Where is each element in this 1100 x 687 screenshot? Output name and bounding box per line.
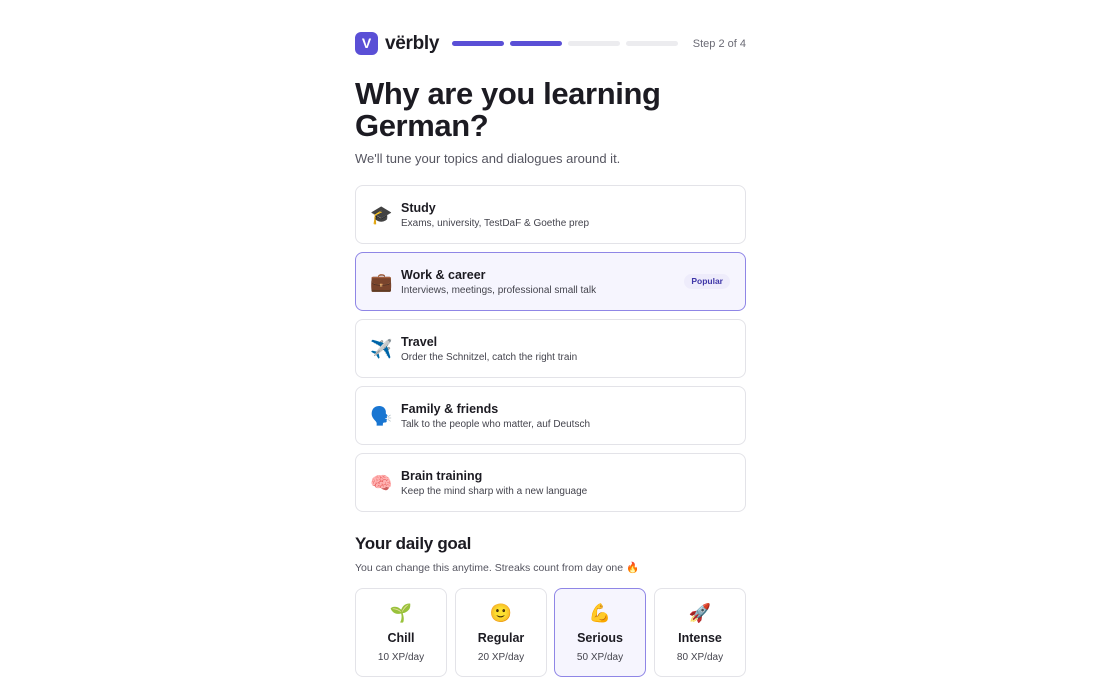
goal-option-serious[interactable]: 💪 Serious 50 XP/day xyxy=(554,588,646,677)
goal-name: Chill xyxy=(387,631,415,645)
reason-title: Study xyxy=(401,201,436,215)
reason-option-brain-training[interactable]: 🧠 Brain training Keep the mind sharp wit… xyxy=(355,453,746,512)
page-title: Why are you learning German? xyxy=(355,76,661,143)
briefcase-icon: 💼 xyxy=(370,272,393,292)
header: V vërbly Step 2 of 4 xyxy=(355,32,746,55)
daily-goal-options: 🌱 Chill 10 XP/day 🙂 Regular 20 XP/day 💪 … xyxy=(355,588,746,677)
daily-goal-subtitle: You can change this anytime. Streaks cou… xyxy=(355,562,640,574)
brand-name: vërbly xyxy=(385,33,440,54)
reason-description: Interviews, meetings, professional small… xyxy=(401,285,597,296)
progress-segment-4 xyxy=(626,41,678,46)
goal-name: Serious xyxy=(577,631,623,645)
goal-name: Intense xyxy=(678,631,722,645)
speaking-head-icon: 🗣️ xyxy=(370,406,393,426)
reason-option-travel[interactable]: ✈️ Travel Order the Schnitzel, catch the… xyxy=(355,319,746,378)
reason-description: Talk to the people who matter, auf Deuts… xyxy=(401,419,590,430)
reason-option-work[interactable]: 💼 Work & career Interviews, meetings, pr… xyxy=(355,252,746,311)
goal-xp: 10 XP/day xyxy=(377,652,425,663)
rocket-icon: 🚀 xyxy=(688,603,712,623)
reason-description: Order the Schnitzel, catch the right tra… xyxy=(401,352,578,363)
flexed-biceps-icon: 💪 xyxy=(588,603,612,623)
reason-title: Brain training xyxy=(401,469,483,483)
goal-option-chill[interactable]: 🌱 Chill 10 XP/day xyxy=(355,588,447,677)
goal-xp: 20 XP/day xyxy=(477,652,525,663)
goal-name: Regular xyxy=(477,631,525,645)
goal-option-regular[interactable]: 🙂 Regular 20 XP/day xyxy=(455,588,547,677)
reason-description: Keep the mind sharp with a new language xyxy=(401,486,588,497)
reason-option-study[interactable]: 🎓 Study Exams, university, TestDaF & Goe… xyxy=(355,185,746,244)
progress-segment-1 xyxy=(452,41,504,46)
smiley-icon: 🙂 xyxy=(489,603,513,623)
progress-segment-3 xyxy=(568,41,620,46)
seedling-icon: 🌱 xyxy=(389,603,413,623)
logo-mark: V xyxy=(355,32,378,55)
reason-title: Travel xyxy=(401,335,438,349)
progress-segment-2 xyxy=(510,41,562,46)
goal-xp: 50 XP/day xyxy=(576,652,624,663)
reason-title: Family & friends xyxy=(401,402,499,416)
goal-option-intense[interactable]: 🚀 Intense 80 XP/day xyxy=(654,588,746,677)
airplane-icon: ✈️ xyxy=(370,339,393,359)
step-indicator: Step 2 of 4 xyxy=(692,38,746,50)
reason-description: Exams, university, TestDaF & Goethe prep xyxy=(401,218,590,229)
goal-xp: 80 XP/day xyxy=(676,652,724,663)
daily-goal-heading: Your daily goal xyxy=(355,534,472,553)
popular-badge: Popular xyxy=(684,274,730,289)
brain-icon: 🧠 xyxy=(370,473,393,493)
graduation-cap-icon: 🎓 xyxy=(370,205,393,225)
reason-option-family[interactable]: 🗣️ Family & friends Talk to the people w… xyxy=(355,386,746,445)
page-subtitle: We'll tune your topics and dialogues aro… xyxy=(355,151,621,166)
step-progress-bar xyxy=(452,41,678,46)
reason-title: Work & career xyxy=(401,268,486,282)
